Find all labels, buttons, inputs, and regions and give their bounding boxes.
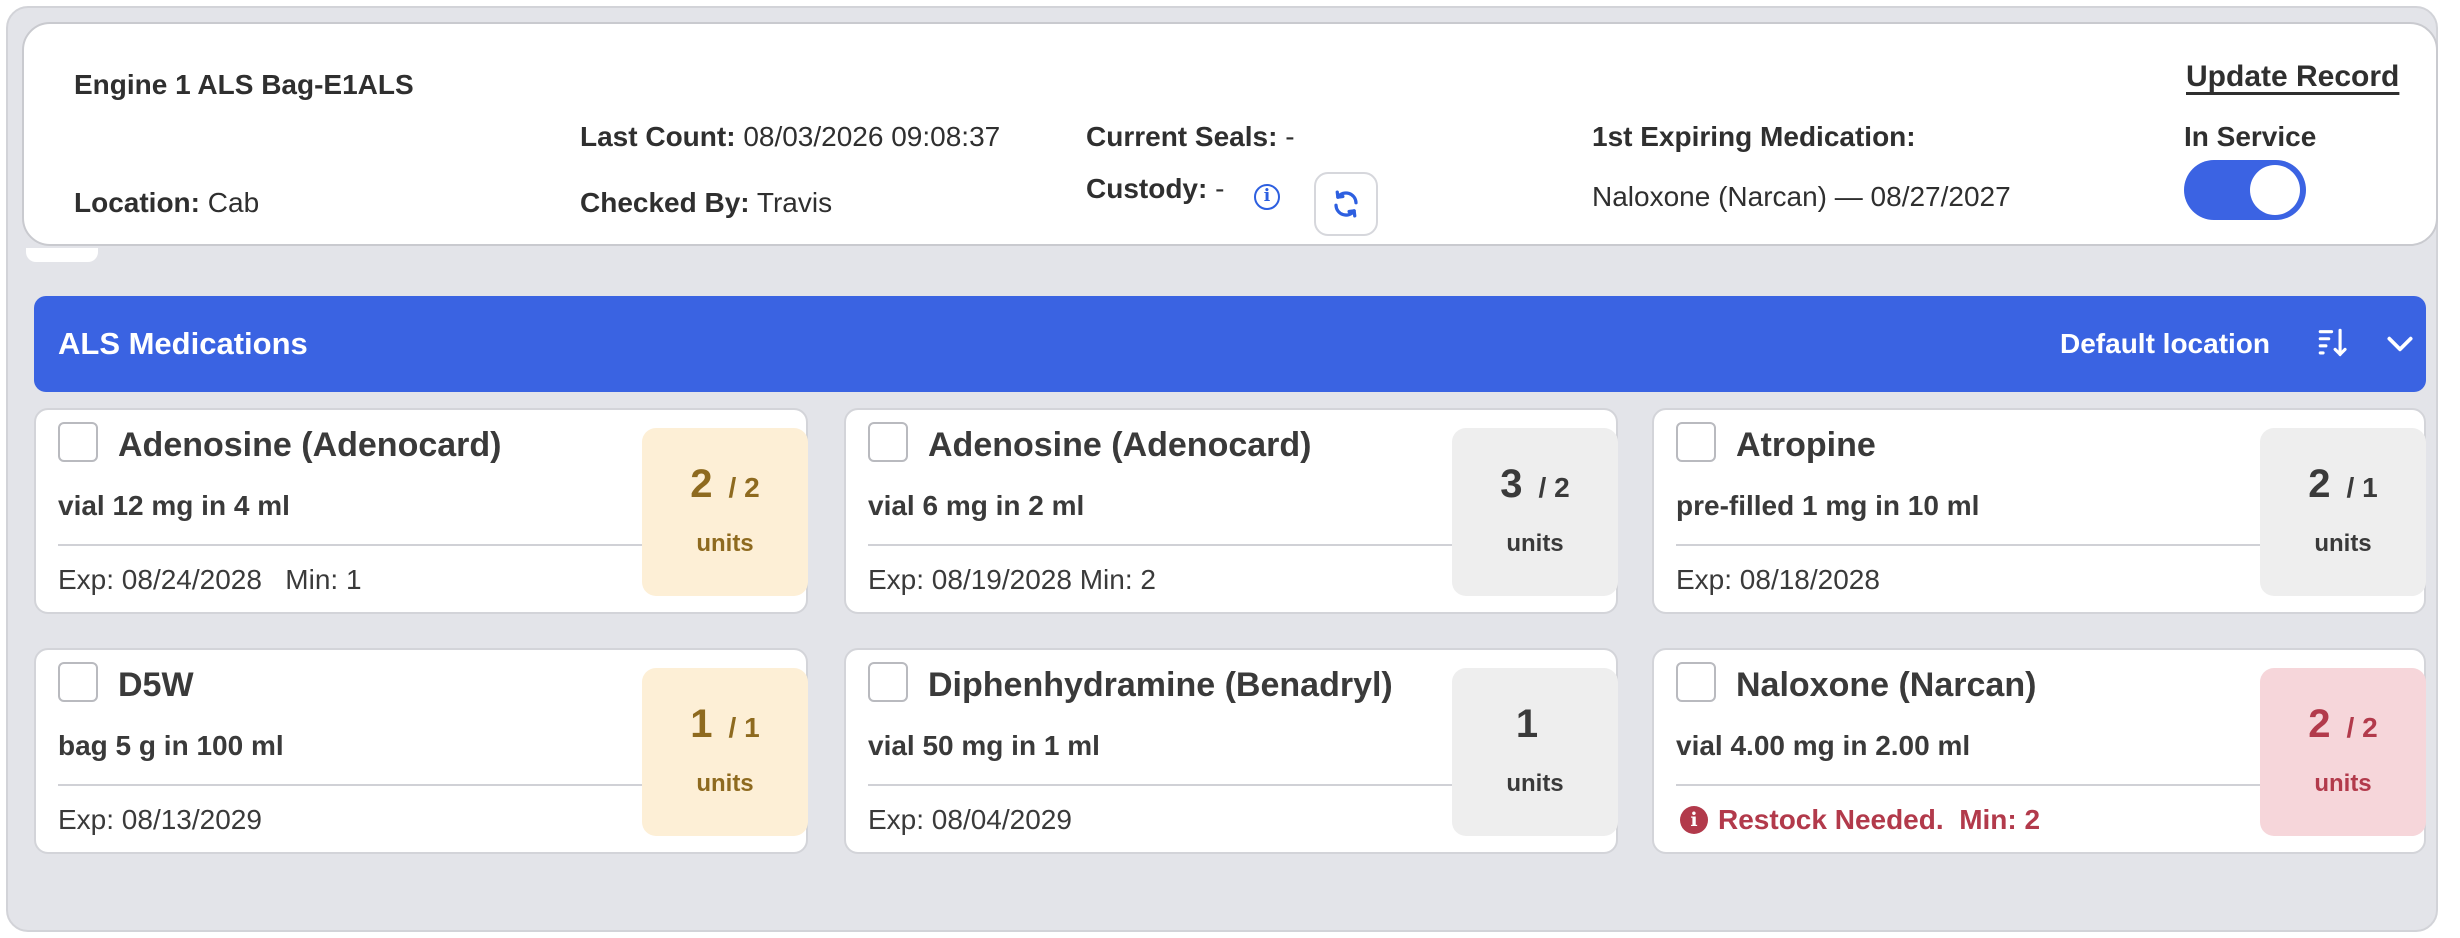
qty-count: 2	[2308, 702, 2331, 746]
last-count-value: 08/03/2026 09:08:37	[743, 121, 1001, 152]
med-expiry: Exp: 08/24/2028 Min: 1	[58, 564, 362, 595]
toggle-knob	[2250, 165, 2300, 215]
default-location-label[interactable]: Default location	[2060, 328, 2270, 360]
current-seals-value: -	[1285, 121, 1295, 152]
bag-title: Engine 1 ALS Bag-E1ALS	[74, 69, 414, 100]
first-expiring-label: 1st Expiring Medication:	[1592, 121, 1916, 152]
qty-count: 2	[2308, 462, 2331, 506]
med-description: vial 50 mg in 1 ml	[868, 730, 1100, 761]
checked-by-label: Checked By:	[580, 187, 750, 218]
med-name: Adenosine (Adenocard)	[928, 426, 1312, 464]
qty-par: / 2	[1538, 472, 1570, 503]
divider	[868, 784, 1454, 786]
med-expiry: Exp: 08/13/2029	[58, 804, 262, 835]
qty-count: 3	[1500, 462, 1523, 506]
refresh-custody-button[interactable]	[1314, 172, 1378, 236]
med-description: vial 6 mg in 2 ml	[868, 490, 1085, 521]
first-expiring-value: Naloxone (Narcan) — 08/27/2027	[1592, 181, 2011, 212]
med-description: vial 4.00 mg in 2.00 ml	[1676, 730, 1971, 761]
med-card: D5W bag 5 g in 100 ml Exp: 08/13/2029 1 /…	[34, 648, 808, 854]
checked-by-info: Checked By: Travis	[580, 186, 832, 220]
med-description: bag 5 g in 100 ml	[58, 730, 284, 761]
med-card: Naloxone (Narcan) vial 4.00 mg in 2.00 m…	[1652, 648, 2426, 854]
med-checkbox[interactable]	[1676, 422, 1716, 462]
quantity-box[interactable]: 3 / 2 units	[1452, 428, 1618, 596]
med-checkbox[interactable]	[868, 422, 908, 462]
med-expiry: Exp: 08/18/2028	[1676, 564, 1880, 595]
qty-units: units	[1506, 530, 1564, 557]
qty-units: units	[696, 530, 754, 557]
med-name: Diphenhydramine (Benadryl)	[928, 666, 1393, 704]
qty-count: 2	[690, 462, 713, 506]
info-icon[interactable]: i	[1254, 184, 1280, 210]
current-seals-info: Current Seals: -	[1086, 120, 1295, 154]
med-expiry: Exp: 08/04/2029	[868, 804, 1072, 835]
med-checkbox[interactable]	[58, 422, 98, 462]
location-value: Cab	[207, 187, 260, 218]
bag-header-card: Engine 1 ALS Bag-E1ALS Location: Cab Las…	[22, 22, 2438, 246]
qty-par: / 1	[728, 712, 760, 743]
quantity-box[interactable]: 1 / 1 units	[642, 668, 808, 836]
divider	[58, 544, 644, 546]
in-service-label: In Service	[2184, 121, 2317, 152]
med-expiry: Exp: 08/19/2028 Min: 2	[868, 564, 1156, 595]
update-record-link[interactable]: Update Record	[2186, 60, 2399, 94]
qty-units: units	[2314, 530, 2372, 557]
med-checkbox[interactable]	[868, 662, 908, 702]
location-label: Location:	[74, 187, 200, 218]
quantity-box[interactable]: 2 / 1 units	[2260, 428, 2426, 596]
qty-par: / 1	[2346, 472, 2378, 503]
med-description: vial 12 mg in 4 ml	[58, 490, 290, 521]
chevron-down-icon[interactable]	[2384, 328, 2416, 360]
qty-count: 1	[1515, 702, 1539, 746]
med-card: Adenosine (Adenocard) vial 12 mg in 4 ml…	[34, 408, 808, 614]
location-info: Location: Cab	[74, 186, 259, 220]
divider	[1676, 544, 2262, 546]
divider	[58, 784, 644, 786]
custody-info: Custody: -	[1086, 172, 1224, 206]
med-checkbox[interactable]	[1676, 662, 1716, 702]
med-checkbox[interactable]	[58, 662, 98, 702]
qty-units: units	[2314, 770, 2372, 797]
checked-by-value: Travis	[756, 187, 833, 218]
last-count-label: Last Count:	[580, 121, 736, 152]
qty-units: units	[696, 770, 754, 797]
qty-units: units	[1506, 770, 1564, 797]
med-name: D5W	[118, 666, 194, 704]
qty-par: / 2	[728, 472, 760, 503]
restock-text: Restock Needed. Min: 2	[1718, 804, 2041, 835]
qty-par: / 2	[2346, 712, 2378, 743]
section-title: ALS Medications	[58, 326, 308, 361]
med-card: Atropine pre-filled 1 mg in 10 ml Exp: 0…	[1652, 408, 2426, 614]
last-count-info: Last Count: 08/03/2026 09:08:37	[580, 120, 1000, 154]
med-description: pre-filled 1 mg in 10 ml	[1676, 490, 1980, 521]
med-name: Atropine	[1736, 426, 1876, 464]
tab-stub	[26, 248, 98, 262]
quantity-box[interactable]: 2 / 2 units	[2260, 668, 2426, 836]
in-service-toggle[interactable]	[2184, 160, 2306, 220]
med-card: Diphenhydramine (Benadryl) vial 50 mg in…	[844, 648, 1618, 854]
med-name: Adenosine (Adenocard)	[118, 426, 502, 464]
divider	[868, 544, 1454, 546]
divider	[1676, 784, 2262, 786]
sort-icon[interactable]	[2316, 326, 2350, 360]
alert-icon: i	[1680, 806, 1708, 834]
refresh-icon	[1334, 190, 1358, 218]
med-name: Naloxone (Narcan)	[1736, 666, 2037, 704]
qty-count: 1	[690, 702, 713, 746]
med-card: Adenosine (Adenocard) vial 6 mg in 2 ml …	[844, 408, 1618, 614]
current-seals-label: Current Seals:	[1086, 121, 1278, 152]
quantity-box[interactable]: 1 units	[1452, 668, 1618, 836]
quantity-box[interactable]: 2 / 2 units	[642, 428, 808, 596]
restock-alert: i Restock Needed. Min: 2	[1680, 804, 2040, 836]
section-header[interactable]: ALS Medications Default location	[34, 296, 2426, 392]
custody-value: -	[1215, 173, 1225, 204]
custody-label: Custody:	[1086, 173, 1208, 204]
